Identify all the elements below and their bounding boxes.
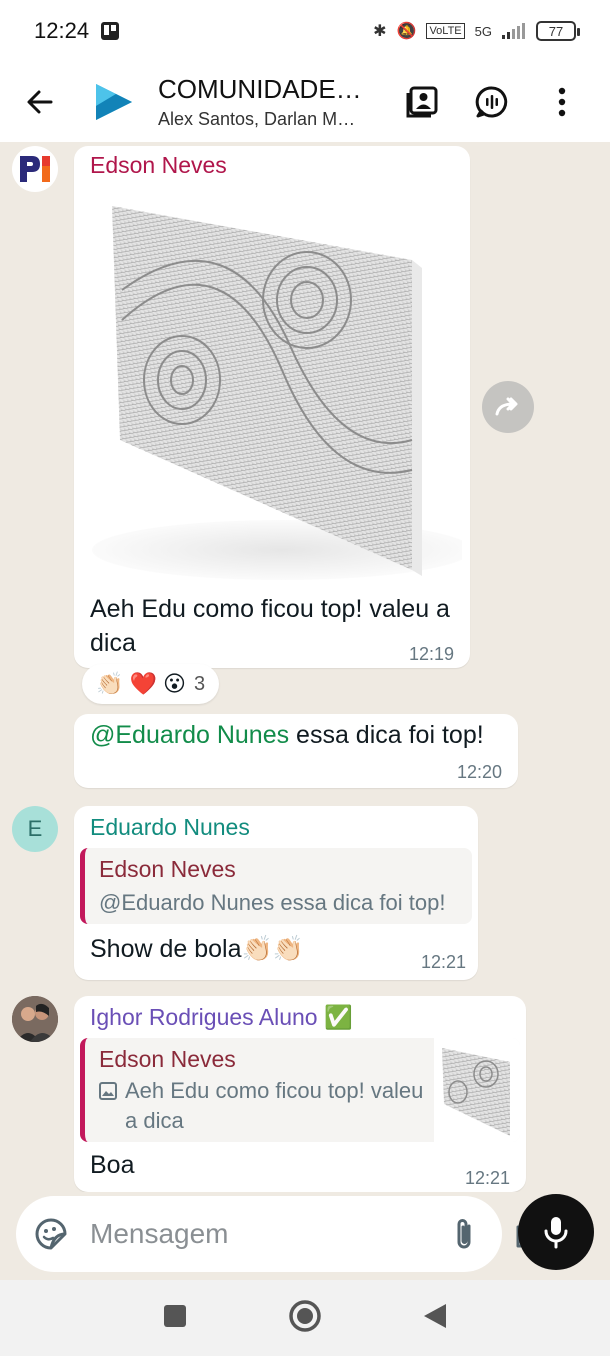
sticker-icon: [35, 1218, 67, 1250]
reaction-count: 3: [193, 672, 206, 695]
quoted-content: Aeh Edu como ficou top! valeu a dica: [99, 1076, 429, 1136]
message-text: Aeh Edu como ficou top! valeu a dica: [90, 595, 450, 657]
message-time: 12:21: [420, 952, 466, 972]
profile-photo-icon: [12, 996, 58, 1042]
quoted-thumbnail: [434, 1038, 520, 1142]
quoted-text: @Eduardo Nunes essa dica foi top!: [99, 890, 446, 915]
forward-button[interactable]: [482, 381, 534, 433]
voice-chat-button[interactable]: [474, 84, 510, 120]
status-time: 12:24: [34, 18, 90, 43]
message-input[interactable]: [90, 1218, 451, 1250]
battery-level: 77: [548, 23, 564, 39]
reaction-emojis: 👏🏻 ❤️ 😮: [96, 671, 186, 696]
sender-name: Edson Neves: [90, 152, 227, 178]
avatar[interactable]: E: [12, 806, 58, 852]
reactions-bar[interactable]: 👏🏻 ❤️ 😮 3: [82, 664, 220, 704]
mention-link[interactable]: @Eduardo Nunes: [90, 721, 289, 749]
quoted-message[interactable]: Edson Neves Aeh Edu como ficou top! vale…: [80, 1038, 520, 1142]
status-bar: 12:24 ✱ 🔕 VoLTE 5G 77: [0, 0, 610, 62]
sender-name: Ighor Rodrigues Aluno ✅: [90, 1004, 353, 1030]
more-options-button[interactable]: [544, 84, 580, 120]
back-button[interactable]: [20, 82, 60, 122]
group-avatar[interactable]: [90, 78, 138, 126]
avatar[interactable]: [12, 996, 58, 1042]
message-bubble[interactable]: Edson Neves Aeh Edu como ficou top! vale…: [74, 146, 470, 668]
sculpted-panel-image: [92, 206, 462, 580]
sender-name: Eduardo Nunes: [90, 814, 250, 840]
chat-title: COMUNIDADE…: [158, 74, 362, 104]
quoted-sender: Edson Neves: [99, 856, 236, 882]
home-button[interactable]: [288, 1299, 322, 1338]
message-body: essa dica foi top!: [289, 721, 484, 749]
signal-icon: [502, 23, 525, 39]
circle-icon: [289, 1299, 321, 1332]
battery-indicator: 77: [536, 21, 580, 41]
volte-icon: VoLTE: [426, 23, 465, 39]
chat-members: Alex Santos, Darlan M…: [158, 109, 356, 129]
attach-button[interactable]: [451, 1214, 477, 1254]
message-bubble[interactable]: Ighor Rodrigues Aluno ✅ Edson Neves Aeh …: [74, 996, 526, 1192]
quoted-message[interactable]: Edson Neves @Eduardo Nunes essa dica foi…: [80, 848, 472, 924]
quoted-text: Aeh Edu como ficou top! valeu a dica: [125, 1078, 424, 1133]
message-image[interactable]: [82, 190, 462, 582]
arrow-left-icon: [27, 90, 53, 114]
sticker-button[interactable]: [34, 1214, 68, 1254]
message-time: 12:20: [456, 762, 502, 782]
message-bubble[interactable]: @Eduardo Nunes essa dica foi top! 12:20: [74, 714, 518, 788]
recents-button[interactable]: [162, 1303, 188, 1334]
triangle-back-icon: [424, 1303, 446, 1328]
message-bubble[interactable]: Eduardo Nunes Edson Neves @Eduardo Nunes…: [74, 806, 478, 980]
message-time: 12:21: [464, 1168, 510, 1188]
contact-card-icon: [406, 86, 438, 118]
panel-thumbnail-image: [442, 1048, 510, 1136]
square-icon: [164, 1304, 186, 1327]
message-text: @Eduardo Nunes essa dica foi top!: [90, 718, 484, 752]
network-label: 5G: [474, 23, 492, 39]
avatar-letter: E: [27, 816, 43, 841]
chat-info[interactable]: COMUNIDADE… Alex Santos, Darlan M…: [158, 74, 404, 130]
more-vertical-icon: [558, 87, 566, 117]
chat-messages[interactable]: Edson Neves Aeh Edu como ficou top! vale…: [0, 142, 610, 1192]
message-composer: [16, 1196, 550, 1272]
trello-icon: [101, 22, 120, 40]
message-time: 12:19: [408, 644, 454, 664]
play-logo-icon: [96, 84, 132, 120]
forward-icon: [495, 397, 518, 416]
community-button[interactable]: [404, 84, 440, 120]
image-icon: [99, 1082, 117, 1100]
message-text: Show de bola👏🏻👏🏻: [90, 935, 304, 963]
message-text: Boa: [90, 1151, 135, 1179]
system-navigation-bar: [0, 1280, 610, 1356]
brand-logo-icon: [20, 156, 50, 182]
avatar[interactable]: [12, 146, 58, 192]
quoted-sender: Edson Neves: [99, 1046, 236, 1072]
microphone-icon: [544, 1217, 568, 1249]
chat-header: COMUNIDADE… Alex Santos, Darlan M…: [0, 62, 610, 142]
paperclip-icon: [457, 1219, 471, 1249]
audio-chat-icon: [475, 86, 508, 118]
mute-icon: 🔕: [396, 23, 417, 40]
back-nav-button[interactable]: [422, 1302, 448, 1335]
voice-message-button[interactable]: [518, 1194, 594, 1270]
bluetooth-icon: ✱: [373, 23, 387, 40]
